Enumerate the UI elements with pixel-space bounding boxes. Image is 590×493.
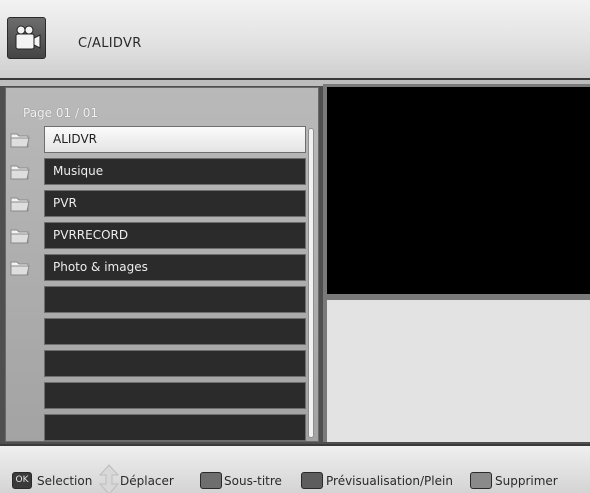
list-item-empty: [44, 414, 306, 441]
footer-legend: OK Selection Déplacer Sous-titre Prévisu…: [0, 444, 590, 493]
list-item-empty: [44, 382, 306, 409]
subtitle-label: Sous-titre: [224, 474, 282, 488]
ok-key-icon: OK: [12, 472, 32, 489]
red-key-icon: [200, 472, 222, 489]
media-player-icon: [7, 17, 46, 59]
move-label: Déplacer: [120, 474, 174, 488]
list-item-empty: [44, 350, 306, 377]
list-item-empty: [44, 286, 306, 313]
list-item[interactable]: Musique: [44, 158, 306, 185]
list-item[interactable]: PVRRECORD: [44, 222, 306, 249]
yellow-key-icon: [470, 472, 492, 489]
green-key-icon: [301, 472, 323, 489]
scrollbar[interactable]: [308, 128, 314, 438]
file-browser-panel: Page 01 / 01 ALIDVR Musique PVR PVRRECOR…: [5, 87, 319, 442]
preview-label: Prévisualisation/Plein: [326, 474, 453, 488]
list-item[interactable]: Photo & images: [44, 254, 306, 281]
current-path: C/ALIDVR: [78, 36, 142, 51]
list-item[interactable]: PVR: [44, 190, 306, 217]
preview-window: [327, 87, 590, 294]
folder-icon: [10, 133, 30, 148]
page-indicator: Page 01 / 01: [23, 106, 99, 120]
list-item[interactable]: ALIDVR: [44, 126, 306, 153]
folder-icon: [10, 229, 30, 244]
list-item-empty: [44, 318, 306, 345]
scrollbar-thumb[interactable]: [309, 129, 313, 437]
header-bar: C/ALIDVR: [0, 0, 590, 80]
folder-icon: [10, 261, 30, 276]
selection-label: Selection: [37, 474, 93, 488]
folder-icon: [10, 197, 30, 212]
folder-icon: [10, 165, 30, 180]
navigation-arrows-icon: [98, 464, 120, 493]
delete-label: Supprimer: [495, 474, 558, 488]
file-info-panel: [327, 300, 590, 442]
